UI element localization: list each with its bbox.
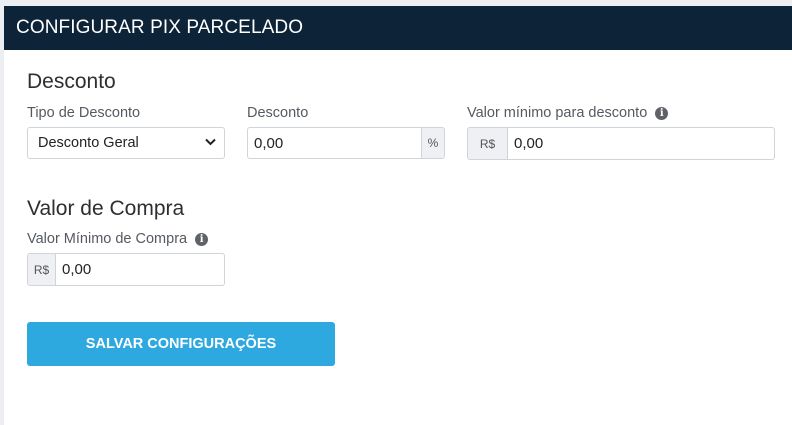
discount-input[interactable]: 0,00 xyxy=(248,128,421,158)
min-purchase-input-group[interactable]: R$ 0,00 xyxy=(27,253,225,286)
discount-type-label-text: Tipo de Desconto xyxy=(27,105,141,121)
config-panel: CONFIGURAR PIX PARCELADO Desconto Tipo d… xyxy=(4,6,792,425)
discount-label: Desconto xyxy=(247,105,308,121)
min-value-label-text: Valor mínimo para desconto xyxy=(467,105,648,121)
info-icon[interactable]: i xyxy=(655,106,669,120)
min-value-label: Valor mínimo para desconto i xyxy=(467,105,669,121)
discount-type-select[interactable]: Desconto Geral xyxy=(27,127,225,159)
discount-type-label: Tipo de Desconto xyxy=(27,105,140,121)
min-purchase-label-text: Valor Mínimo de Compra xyxy=(27,231,188,247)
info-icon[interactable]: i xyxy=(195,232,209,246)
chevron-down-icon xyxy=(205,137,216,149)
panel-header: CONFIGURAR PIX PARCELADO xyxy=(4,6,792,50)
min-value-input-group[interactable]: R$ 0,00 xyxy=(467,127,775,160)
page-title: CONFIGURAR PIX PARCELADO xyxy=(16,17,304,38)
save-settings-button[interactable]: SALVAR CONFIGURAÇÕES xyxy=(27,322,335,366)
discount-label-text: Desconto xyxy=(247,105,309,121)
discount-type-selected: Desconto Geral xyxy=(38,135,139,151)
min-value-input[interactable]: 0,00 xyxy=(508,128,774,159)
percent-addon: % xyxy=(421,128,444,158)
discount-section-title: Desconto xyxy=(27,70,116,93)
currency-addon: R$ xyxy=(468,128,508,159)
min-purchase-label: Valor Mínimo de Compra i xyxy=(27,231,209,247)
purchase-section-title: Valor de Compra xyxy=(27,197,185,220)
currency-addon: R$ xyxy=(28,254,56,285)
discount-input-group[interactable]: 0,00 % xyxy=(247,127,445,159)
min-purchase-input[interactable]: 0,00 xyxy=(56,254,224,285)
